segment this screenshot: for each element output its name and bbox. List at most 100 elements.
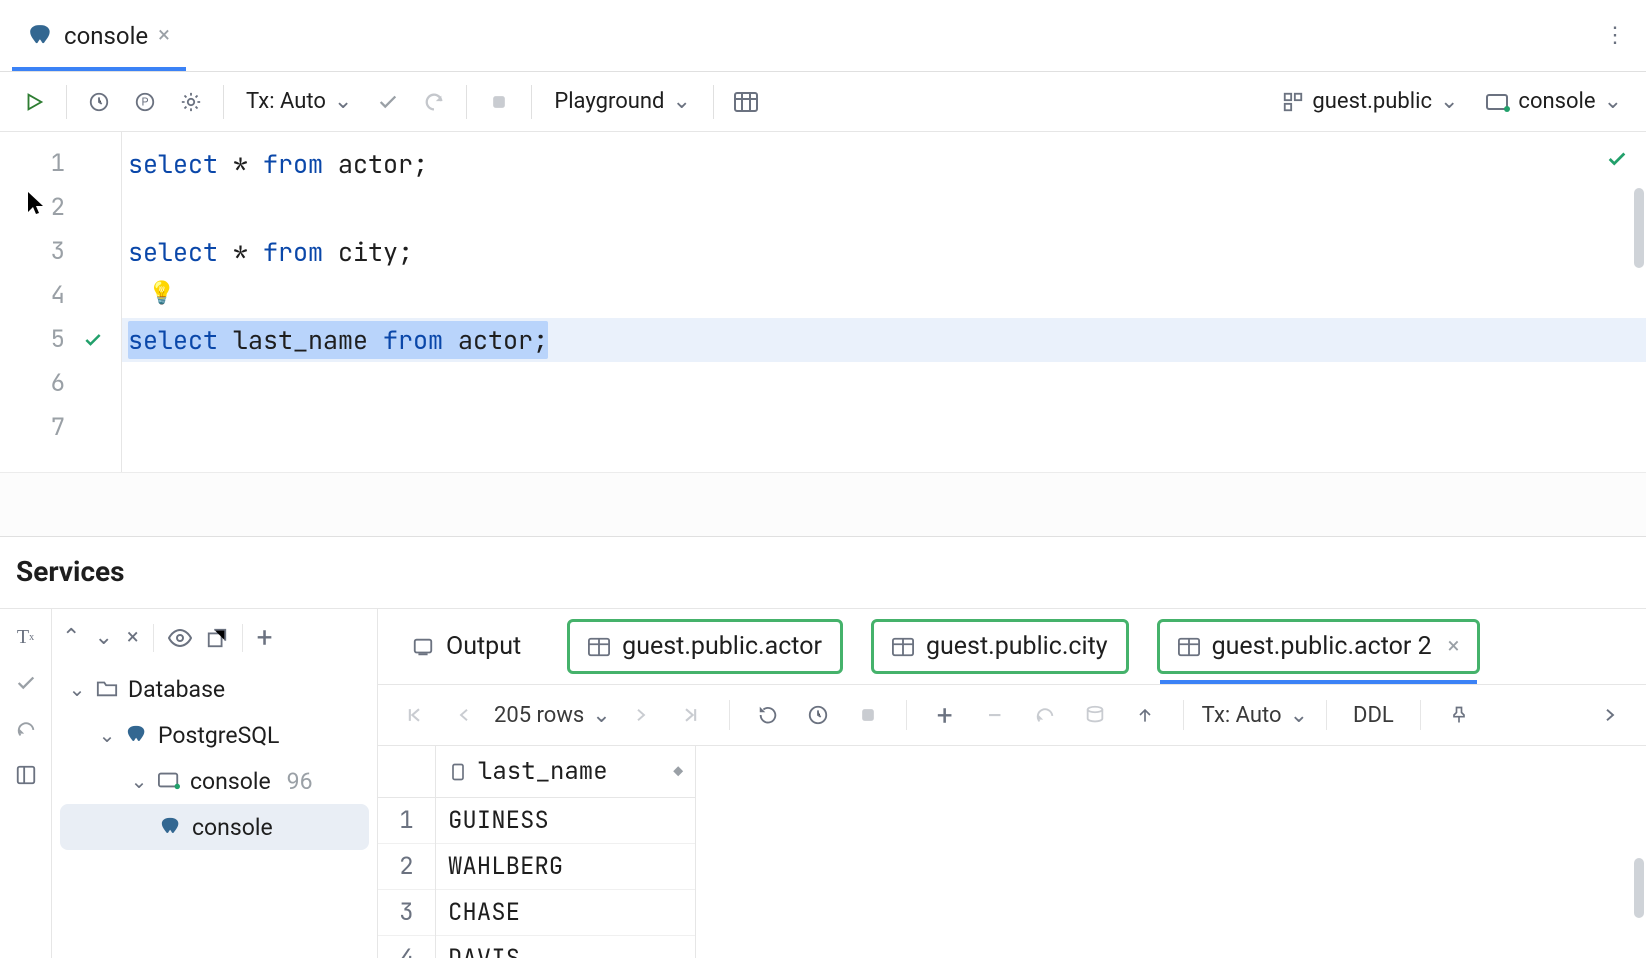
playground-label: Playground bbox=[554, 89, 664, 114]
upload-icon[interactable] bbox=[1125, 695, 1165, 735]
text-filter-icon[interactable]: Tx bbox=[12, 623, 40, 651]
kebab-menu-icon[interactable]: ⋮ bbox=[1596, 23, 1634, 48]
gutter-check-icon bbox=[83, 330, 103, 350]
grid-toolbar: 205 rows ⌄ bbox=[378, 685, 1646, 746]
line-number: 4 bbox=[0, 274, 121, 318]
code-line[interactable] bbox=[122, 406, 1646, 450]
tree-node-console-leaf[interactable]: console bbox=[60, 804, 369, 850]
rows-count-dropdown[interactable]: 205 rows ⌄ bbox=[494, 703, 611, 728]
services-panel: Services Tx ⌃ ⌄ × bbox=[0, 536, 1646, 958]
commit-icon[interactable] bbox=[368, 82, 408, 122]
editor-resize-gap[interactable] bbox=[0, 472, 1646, 536]
expand-up-icon[interactable]: ⌃ bbox=[62, 625, 80, 650]
schema-icon bbox=[1282, 91, 1304, 113]
next-page-icon[interactable] bbox=[621, 695, 661, 735]
stop-icon[interactable] bbox=[848, 695, 888, 735]
file-tab-console[interactable]: console × bbox=[12, 0, 186, 71]
playground-dropdown[interactable]: Playground ⌄ bbox=[544, 82, 701, 122]
rollback-icon[interactable] bbox=[414, 82, 454, 122]
results-grid[interactable]: 1234 last_name ◆ GUINESSWAHLBERGCHASEDAV… bbox=[378, 746, 1646, 958]
settings-icon[interactable] bbox=[171, 82, 211, 122]
open-new-icon[interactable] bbox=[206, 627, 228, 649]
services-tab-actor2[interactable]: guest.public.actor 2 × bbox=[1157, 619, 1481, 674]
editor-scrollbar[interactable] bbox=[1634, 188, 1644, 268]
close-icon[interactable]: × bbox=[127, 625, 139, 650]
services-main: Output guest.public.actor guest.public.c… bbox=[378, 609, 1646, 958]
grid-cell[interactable]: DAVIS bbox=[436, 936, 695, 958]
first-page-icon[interactable] bbox=[394, 695, 434, 735]
code-line[interactable] bbox=[122, 362, 1646, 406]
code-line[interactable]: select * from city; bbox=[122, 230, 1646, 274]
submit-db-icon[interactable] bbox=[1075, 695, 1115, 735]
tree-node-database[interactable]: ⌄ Database bbox=[52, 666, 377, 712]
editor-toolbar: P Tx: Auto ⌄ Playground ⌄ guest.public ⌄… bbox=[0, 72, 1646, 132]
services-tab-output[interactable]: Output bbox=[394, 622, 539, 671]
row-number[interactable]: 2 bbox=[378, 844, 435, 890]
add-icon[interactable]: + bbox=[257, 621, 273, 654]
code-line[interactable] bbox=[122, 186, 1646, 230]
grid-scrollbar[interactable] bbox=[1634, 858, 1644, 918]
revert-icon[interactable] bbox=[1025, 695, 1065, 735]
editor-gutter: 1234567 bbox=[0, 132, 122, 472]
code-line[interactable]: select last_name from actor; bbox=[122, 318, 1646, 362]
chevron-down-icon: ⌄ bbox=[1440, 89, 1458, 114]
tree-node-postgresql[interactable]: ⌄ PostgreSQL bbox=[52, 712, 377, 758]
no-problems-check-icon[interactable] bbox=[1606, 148, 1628, 170]
run-icon[interactable] bbox=[14, 82, 54, 122]
row-number[interactable]: 3 bbox=[378, 890, 435, 936]
line-number: 1 bbox=[0, 142, 121, 186]
file-tabbar: console × ⋮ bbox=[0, 0, 1646, 72]
close-icon[interactable]: × bbox=[1448, 634, 1460, 659]
show-icon[interactable] bbox=[168, 629, 192, 647]
postgres-icon bbox=[126, 724, 148, 746]
grid-cell[interactable]: GUINESS bbox=[436, 798, 695, 844]
column-header[interactable]: last_name ◆ bbox=[436, 746, 695, 798]
prev-page-icon[interactable] bbox=[444, 695, 484, 735]
more-right-icon[interactable] bbox=[1590, 695, 1630, 735]
table-icon bbox=[588, 636, 610, 658]
remove-row-icon[interactable]: − bbox=[975, 695, 1015, 735]
schema-selector[interactable]: guest.public ⌄ bbox=[1272, 82, 1468, 122]
pin-icon[interactable] bbox=[1439, 695, 1479, 735]
add-row-icon[interactable]: + bbox=[925, 695, 965, 735]
intention-bulb-icon[interactable]: 💡 bbox=[128, 274, 1646, 312]
services-tab-city[interactable]: guest.public.city bbox=[871, 619, 1129, 674]
apply-check-icon[interactable] bbox=[12, 669, 40, 697]
editor-code-area[interactable]: select * from actor; select * from city;💡… bbox=[122, 132, 1646, 472]
grid-tx-dropdown[interactable]: Tx: Auto ⌄ bbox=[1202, 703, 1308, 728]
table-icon bbox=[1178, 636, 1200, 658]
refresh-icon[interactable] bbox=[748, 695, 788, 735]
services-tree: ⌃ ⌄ × + ⌄ Database bbox=[52, 609, 378, 958]
expand-down-icon[interactable]: ⌄ bbox=[94, 625, 112, 650]
explain-plan-icon[interactable]: P bbox=[125, 82, 165, 122]
last-page-icon[interactable] bbox=[671, 695, 711, 735]
tree-node-console[interactable]: ⌄ console 96 bbox=[52, 758, 377, 804]
row-number[interactable]: 1 bbox=[378, 798, 435, 844]
services-tab-actor[interactable]: guest.public.actor bbox=[567, 619, 843, 674]
undo-icon[interactable] bbox=[12, 715, 40, 743]
ddl-button[interactable]: DDL bbox=[1345, 703, 1402, 728]
console-selector[interactable]: console ⌄ bbox=[1476, 82, 1632, 122]
console-icon bbox=[158, 770, 180, 792]
tree-suffix: 96 bbox=[287, 768, 313, 795]
grid-row-numbers: 1234 bbox=[378, 746, 436, 958]
tx-mode-dropdown[interactable]: Tx: Auto ⌄ bbox=[236, 82, 362, 122]
grid-cell[interactable]: WAHLBERG bbox=[436, 844, 695, 890]
auto-refresh-icon[interactable] bbox=[798, 695, 838, 735]
history-icon[interactable] bbox=[79, 82, 119, 122]
sort-icon[interactable]: ◆ bbox=[673, 761, 683, 782]
stop-icon[interactable] bbox=[479, 82, 519, 122]
postgres-icon bbox=[28, 23, 54, 49]
code-line[interactable]: select * from actor; bbox=[122, 142, 1646, 186]
close-icon[interactable]: × bbox=[158, 23, 170, 48]
services-tree-toolbar: ⌃ ⌄ × + bbox=[52, 617, 377, 666]
tree-label: PostgreSQL bbox=[158, 722, 279, 749]
grid-cell[interactable]: CHASE bbox=[436, 890, 695, 936]
table-view-icon[interactable] bbox=[726, 82, 766, 122]
console-icon bbox=[1486, 92, 1510, 112]
chevron-down-icon: ⌄ bbox=[334, 89, 352, 114]
layout-icon[interactable] bbox=[12, 761, 40, 789]
sql-editor[interactable]: 1234567 select * from actor;select * fro… bbox=[0, 132, 1646, 472]
console-label: console bbox=[1518, 89, 1595, 114]
row-number[interactable]: 4 bbox=[378, 936, 435, 958]
